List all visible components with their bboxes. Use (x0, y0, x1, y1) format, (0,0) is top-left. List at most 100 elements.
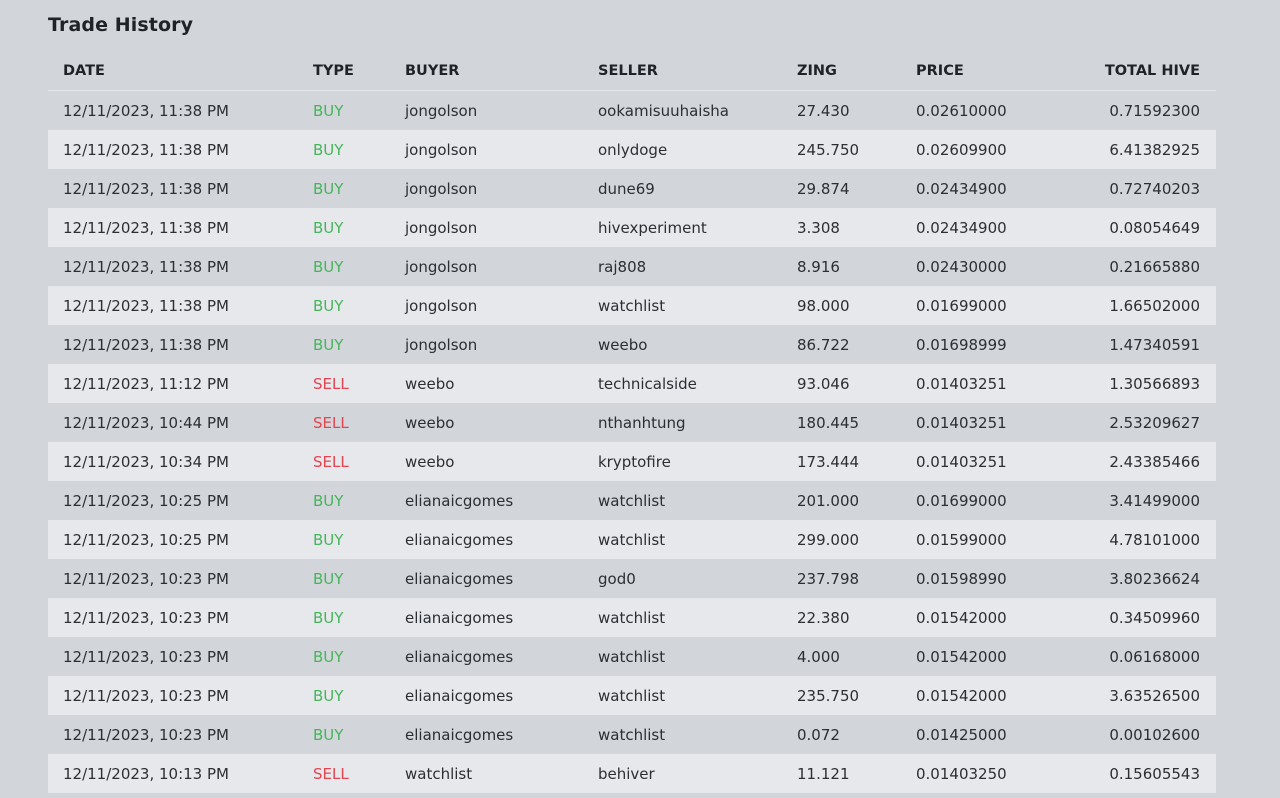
trade-price: 0.01699000 (916, 491, 1007, 510)
trade-buyer[interactable]: elianaicgomes (405, 676, 598, 715)
trade-price: 0.01542000 (916, 686, 1007, 705)
trade-seller[interactable]: watchlist (598, 520, 797, 559)
trade-buyer[interactable]: jongolson (405, 130, 598, 169)
trade-total-hive: 0.00102600 (1109, 725, 1200, 744)
table-row: 12/11/2023, 10:23 PM BUY elianaicgomes watc… (48, 637, 1216, 676)
trade-buyer[interactable]: jongolson (405, 325, 598, 364)
trade-zing-amount: 93.046 (797, 374, 850, 393)
trade-type: BUY (313, 218, 344, 237)
trade-date: 12/11/2023, 10:25 PM (63, 530, 229, 549)
column-header-price[interactable]: PRICE (916, 51, 1066, 91)
trade-buyer[interactable]: elianaicgomes (405, 559, 598, 598)
trade-zing-amount: 201.000 (797, 491, 860, 510)
trade-total-hive: 1.47340591 (1109, 335, 1200, 354)
trade-price: 0.01403251 (916, 413, 1007, 432)
trade-total-hive: 0.34509960 (1109, 608, 1200, 627)
trade-buyer[interactable]: jongolson (405, 91, 598, 131)
trade-seller[interactable]: god0 (598, 559, 797, 598)
trade-buyer[interactable]: jongolson (405, 286, 598, 325)
trade-seller[interactable]: watchlist (598, 715, 797, 754)
trade-seller[interactable]: watchlist (598, 637, 797, 676)
trade-seller[interactable]: onlydoge (598, 130, 797, 169)
trade-total-hive: 0.06168000 (1109, 647, 1200, 666)
trade-seller[interactable]: raj808 (598, 247, 797, 286)
trade-price: 0.01403251 (916, 452, 1007, 471)
column-header-date[interactable]: DATE (48, 51, 313, 91)
trade-date: 12/11/2023, 11:38 PM (63, 218, 229, 237)
table-row: 12/11/2023, 10:23 PM BUY elianaicgomes watc… (48, 715, 1216, 754)
trade-zing-amount: 299.000 (797, 530, 860, 549)
trade-date: 12/11/2023, 10:13 PM (63, 764, 229, 783)
trade-buyer[interactable]: weebo (405, 442, 598, 481)
trade-buyer[interactable]: elianaicgomes (405, 481, 598, 520)
table-row: 12/11/2023, 11:38 PM BUY jongolson dune69 29… (48, 169, 1216, 208)
trade-total-hive: 0.15605543 (1109, 764, 1200, 783)
trade-seller[interactable]: watchlist (598, 481, 797, 520)
table-row: 12/11/2023, 10:23 PM BUY elianaicgomes god0… (48, 559, 1216, 598)
column-header-type[interactable]: TYPE (313, 51, 405, 91)
trade-type: BUY (313, 101, 344, 120)
trade-type: BUY (313, 335, 344, 354)
trade-type: BUY (313, 725, 344, 744)
trade-zing-amount: 11.121 (797, 764, 850, 783)
trade-zing-amount: 173.444 (797, 452, 860, 471)
table-row: 12/11/2023, 10:44 PM SELL weebo nthanhtung 1… (48, 403, 1216, 442)
trade-seller[interactable]: technicalside (598, 364, 797, 403)
trade-total-hive: 0.08054649 (1109, 218, 1200, 237)
trade-price: 0.01403250 (916, 764, 1007, 783)
column-header-buyer[interactable]: BUYER (405, 51, 598, 91)
table-row: 12/11/2023, 10:25 PM BUY elianaicgomes watc… (48, 520, 1216, 559)
trade-seller[interactable]: ookamisuuhaisha (598, 91, 797, 131)
trade-type: BUY (313, 569, 344, 588)
trade-seller[interactable]: behiver (598, 754, 797, 793)
header-row: DATE TYPE BUYER SELLER ZING PRICE TOTAL … (48, 51, 1216, 91)
trade-seller[interactable]: watchlist (598, 598, 797, 637)
trade-buyer[interactable]: elianaicgomes (405, 637, 598, 676)
table-row: 12/11/2023, 10:34 PM SELL weebo kryptofire 1… (48, 442, 1216, 481)
trade-total-hive: 2.43385466 (1109, 452, 1200, 471)
trade-price: 0.02610000 (916, 101, 1007, 120)
trade-buyer[interactable]: jongolson (405, 169, 598, 208)
column-header-seller[interactable]: SELLER (598, 51, 797, 91)
trade-zing-amount: 98.000 (797, 296, 850, 315)
table-row: 12/11/2023, 11:38 PM BUY jongolson raj808 8.… (48, 247, 1216, 286)
trade-zing-amount: 86.722 (797, 335, 850, 354)
trade-buyer[interactable]: elianaicgomes (405, 520, 598, 559)
trade-date: 12/11/2023, 10:23 PM (63, 608, 229, 627)
trade-buyer[interactable]: weebo (405, 364, 598, 403)
trade-zing-amount: 245.750 (797, 140, 860, 159)
trade-buyer[interactable]: watchlist (405, 754, 598, 793)
trade-zing-amount: 8.916 (797, 257, 840, 276)
trade-seller[interactable]: weebo (598, 325, 797, 364)
trade-buyer[interactable]: jongolson (405, 208, 598, 247)
trade-type: BUY (313, 608, 344, 627)
trade-zing-amount: 3.308 (797, 218, 840, 237)
trade-seller[interactable]: kryptofire (598, 442, 797, 481)
trade-seller[interactable]: watchlist (598, 286, 797, 325)
trade-price: 0.02434900 (916, 179, 1007, 198)
trade-total-hive: 2.53209627 (1109, 413, 1200, 432)
trade-type: BUY (313, 140, 344, 159)
trade-date: 12/11/2023, 11:38 PM (63, 101, 229, 120)
table-row: 12/11/2023, 11:12 PM SELL weebo technicalsi… (48, 364, 1216, 403)
trade-date: 12/11/2023, 11:12 PM (63, 374, 229, 393)
trade-buyer[interactable]: elianaicgomes (405, 715, 598, 754)
column-header-total-hive[interactable]: TOTAL HIVE (1066, 51, 1216, 91)
trade-buyer[interactable]: jongolson (405, 247, 598, 286)
page-title: Trade History (48, 14, 194, 36)
trade-seller[interactable]: dune69 (598, 169, 797, 208)
column-header-zing[interactable]: ZING (797, 51, 916, 91)
trade-zing-amount: 237.798 (797, 569, 860, 588)
trade-seller[interactable]: hivexperiment (598, 208, 797, 247)
trade-zing-amount: 29.874 (797, 179, 850, 198)
trade-total-hive: 3.80236624 (1109, 569, 1200, 588)
table-row: 12/11/2023, 11:38 PM BUY jongolson onlydoge… (48, 130, 1216, 169)
trade-zing-amount: 22.380 (797, 608, 850, 627)
trade-price: 0.01598990 (916, 569, 1007, 588)
trade-zing-amount: 235.750 (797, 686, 860, 705)
trade-seller[interactable]: nthanhtung (598, 403, 797, 442)
trade-seller[interactable]: watchlist (598, 676, 797, 715)
trade-price: 0.02430000 (916, 257, 1007, 276)
trade-buyer[interactable]: weebo (405, 403, 598, 442)
trade-buyer[interactable]: elianaicgomes (405, 598, 598, 637)
